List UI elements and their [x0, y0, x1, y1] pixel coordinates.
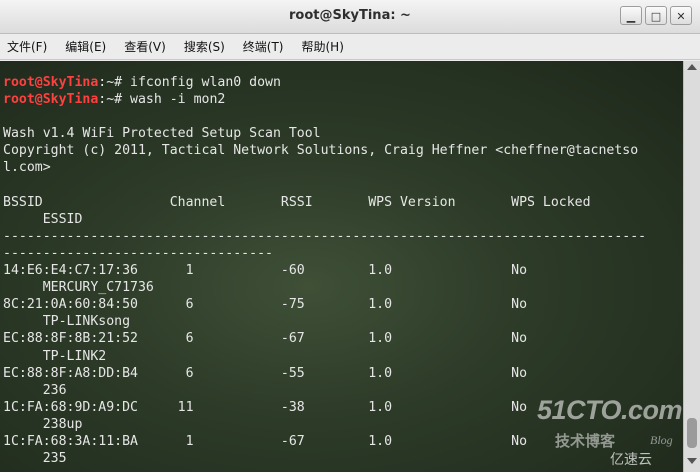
table-row: 1C:FA:68:3A:11:BA 1 -67 1.0 No	[3, 433, 528, 449]
table-row: EC:88:8F:8B:21:52 6 -67 1.0 No	[3, 331, 528, 347]
banner-line: Wash v1.4 WiFi Protected Setup Scan Tool	[3, 126, 321, 142]
watermark-brand: 亿速云	[610, 452, 652, 468]
table-header: BSSID Channel RSSI WPS Version WPS Locke…	[3, 194, 591, 210]
banner-line: l.com>	[3, 160, 51, 176]
minimize-button[interactable]: ▁	[620, 6, 642, 25]
divider: ----------------------------------	[3, 245, 273, 261]
menu-edit[interactable]: 编辑(E)	[62, 38, 109, 55]
table-row-essid: 238up	[3, 416, 83, 432]
terminal-window: root@SkyTina: ~ ▁ □ ✕ 文件(F) 编辑(E) 查看(V) …	[0, 0, 700, 472]
prompt-user: root@SkyTina	[3, 75, 99, 90]
table-header-essid: ESSID	[3, 211, 83, 227]
vertical-scrollbar[interactable]	[683, 61, 700, 472]
table-row-essid: 236	[3, 382, 67, 398]
menu-bar: 文件(F) 编辑(E) 查看(V) 搜索(S) 终端(T) 帮助(H)	[0, 34, 700, 60]
watermark-blog: Blog	[650, 433, 673, 447]
prompt-user: root@SkyTina	[3, 92, 99, 108]
menu-terminal[interactable]: 终端(T)	[240, 38, 287, 55]
table-row-essid: MERCURY_C71736	[3, 280, 154, 296]
scroll-up-arrow-icon[interactable]	[687, 64, 697, 70]
table-row: 1C:FA:68:9D:A9:DC 11 -38 1.0 No	[3, 399, 528, 415]
menu-file[interactable]: 文件(F)	[4, 38, 50, 55]
window-title: root@SkyTina: ~	[289, 8, 411, 23]
menu-search[interactable]: 搜索(S)	[181, 38, 228, 55]
scrollbar-thumb[interactable]	[687, 418, 697, 448]
menu-view[interactable]: 查看(V)	[121, 38, 169, 55]
table-row-essid: TP-LINKsong	[3, 314, 131, 330]
banner-line: Copyright (c) 2011, Tactical Network Sol…	[3, 143, 639, 159]
command-line: ifconfig wlan0 down	[130, 75, 281, 90]
window-controls: ▁ □ ✕	[620, 6, 692, 25]
table-row: EC:88:8F:A8:DD:B4 6 -55 1.0 No	[3, 365, 528, 381]
divider: ----------------------------------------…	[3, 228, 647, 244]
table-row: 8C:21:0A:60:84:50 6 -75 1.0 No	[3, 297, 528, 313]
command-line: wash -i mon2	[130, 92, 226, 108]
table-row: 14:E6:E4:C7:17:36 1 -60 1.0 No	[3, 263, 528, 279]
table-row-essid: TP-LINK2	[3, 348, 107, 364]
watermark-site: 51CTO.com	[537, 395, 683, 425]
prompt-suffix: :~#	[98, 92, 131, 108]
title-bar[interactable]: root@SkyTina: ~ ▁ □ ✕	[0, 0, 700, 34]
scroll-down-arrow-icon[interactable]	[687, 458, 697, 464]
close-button[interactable]: ✕	[670, 6, 692, 25]
prompt-suffix: :~#	[98, 75, 131, 90]
menu-help[interactable]: 帮助(H)	[299, 38, 347, 55]
maximize-button[interactable]: □	[645, 6, 667, 25]
table-row-essid: 235	[3, 451, 67, 467]
watermark-tagline: 技术博客	[555, 432, 616, 450]
